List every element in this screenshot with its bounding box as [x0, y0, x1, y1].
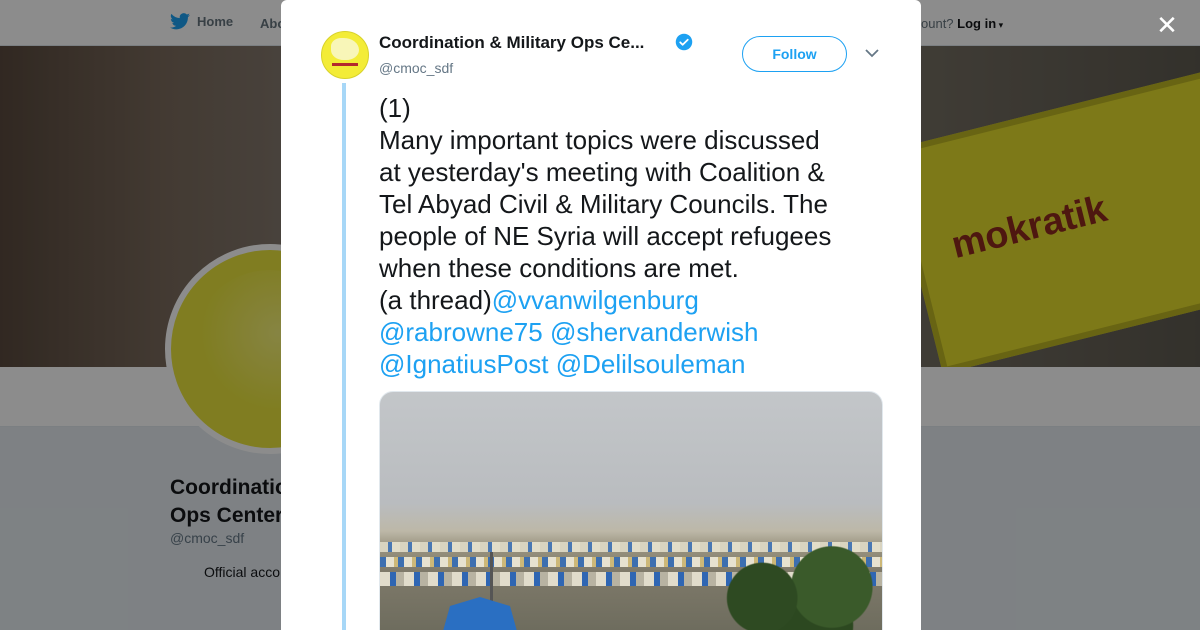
user-name[interactable]: Coordination & Military Ops Ce...	[379, 33, 644, 53]
photo-trees	[710, 532, 882, 630]
user-handle[interactable]: @cmoc_sdf	[379, 60, 453, 76]
mention-link[interactable]: @Delilsouleman	[556, 349, 746, 379]
tweet-line: people of NE Syria will accept refugees	[379, 221, 832, 251]
tweet-line: Tel Abyad Civil & Military Councils. The	[379, 189, 828, 219]
thread-line	[342, 83, 346, 630]
chevron-down-icon	[865, 48, 879, 57]
tweet-text: (1) Many important topics were discussed…	[379, 92, 879, 380]
thread-label: (a thread)	[379, 285, 492, 315]
follow-button[interactable]: Follow	[742, 36, 847, 72]
tweet-options-button[interactable]	[863, 44, 881, 62]
mention-link[interactable]: @IgnatiusPost	[379, 349, 548, 379]
close-button[interactable]: ✕	[1152, 10, 1182, 40]
close-icon: ✕	[1156, 9, 1178, 40]
verified-badge-icon	[675, 33, 693, 51]
mention-link[interactable]: @rabrowne75	[379, 317, 543, 347]
tweet-photo[interactable]	[379, 391, 883, 630]
tweet-line-thread: (a thread)@vvanwilgenburg	[379, 284, 879, 316]
tweet-line-mentions: @IgnatiusPost @Delilsouleman	[379, 348, 879, 380]
tweet-line: (1)	[379, 93, 411, 123]
photo-blue-tent	[440, 597, 520, 630]
mention-link[interactable]: @vvanwilgenburg	[492, 285, 699, 315]
tweet-modal: Coordination & Military Ops Ce... @cmoc_…	[281, 0, 921, 630]
tweet-line: Many important topics were discussed	[379, 125, 820, 155]
mention-link[interactable]: @shervanderwish	[550, 317, 758, 347]
tweet-line: when these conditions are met.	[379, 253, 739, 283]
user-avatar[interactable]	[321, 31, 369, 79]
tweet-line: at yesterday's meeting with Coalition &	[379, 157, 825, 187]
tweet-line-mentions: @rabrowne75 @shervanderwish	[379, 316, 879, 348]
